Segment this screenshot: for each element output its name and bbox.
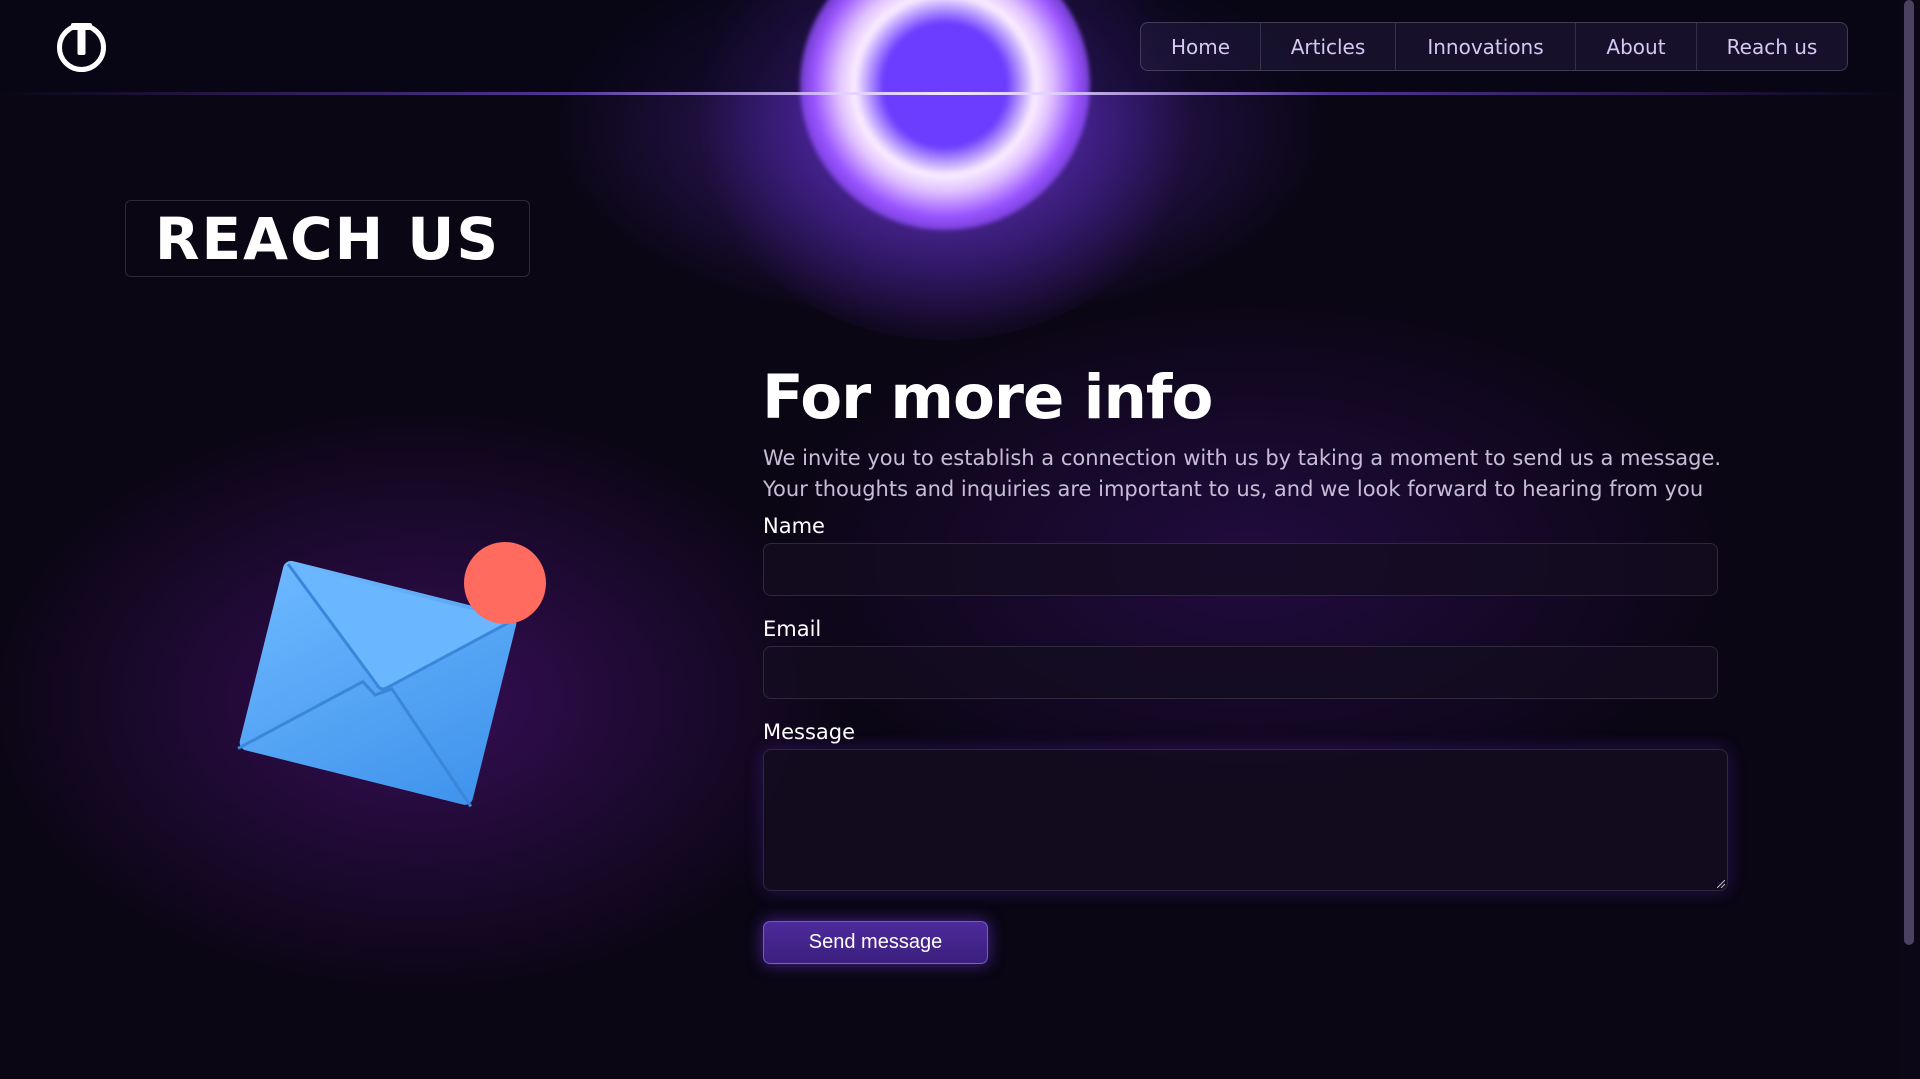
main-nav: Home Articles Innovations About Reach us [1140, 22, 1848, 71]
nav-reach-us[interactable]: Reach us [1697, 23, 1847, 70]
nav-home[interactable]: Home [1141, 23, 1261, 70]
form-heading: For more info [762, 362, 1213, 433]
email-label: Email [763, 617, 822, 641]
nav-articles[interactable]: Articles [1261, 23, 1396, 70]
page-title: REACH US [125, 200, 530, 277]
nav-about[interactable]: About [1576, 23, 1697, 70]
send-message-button[interactable]: Send message [763, 921, 988, 964]
resize-grip-icon[interactable] [1717, 880, 1725, 888]
name-label: Name [763, 514, 825, 538]
envelope-notification-icon [237, 542, 546, 808]
email-field[interactable] [763, 646, 1718, 699]
nav-innovations[interactable]: Innovations [1396, 23, 1576, 70]
form-intro-text: We invite you to establish a connection … [763, 446, 1722, 501]
header-glow-line [0, 92, 1900, 95]
name-field[interactable] [763, 543, 1718, 596]
message-label: Message [763, 720, 856, 744]
notification-badge [464, 542, 546, 624]
power-logo-icon[interactable] [55, 20, 108, 73]
message-field[interactable] [763, 749, 1728, 891]
scrollbar-thumb[interactable] [1904, 0, 1914, 945]
